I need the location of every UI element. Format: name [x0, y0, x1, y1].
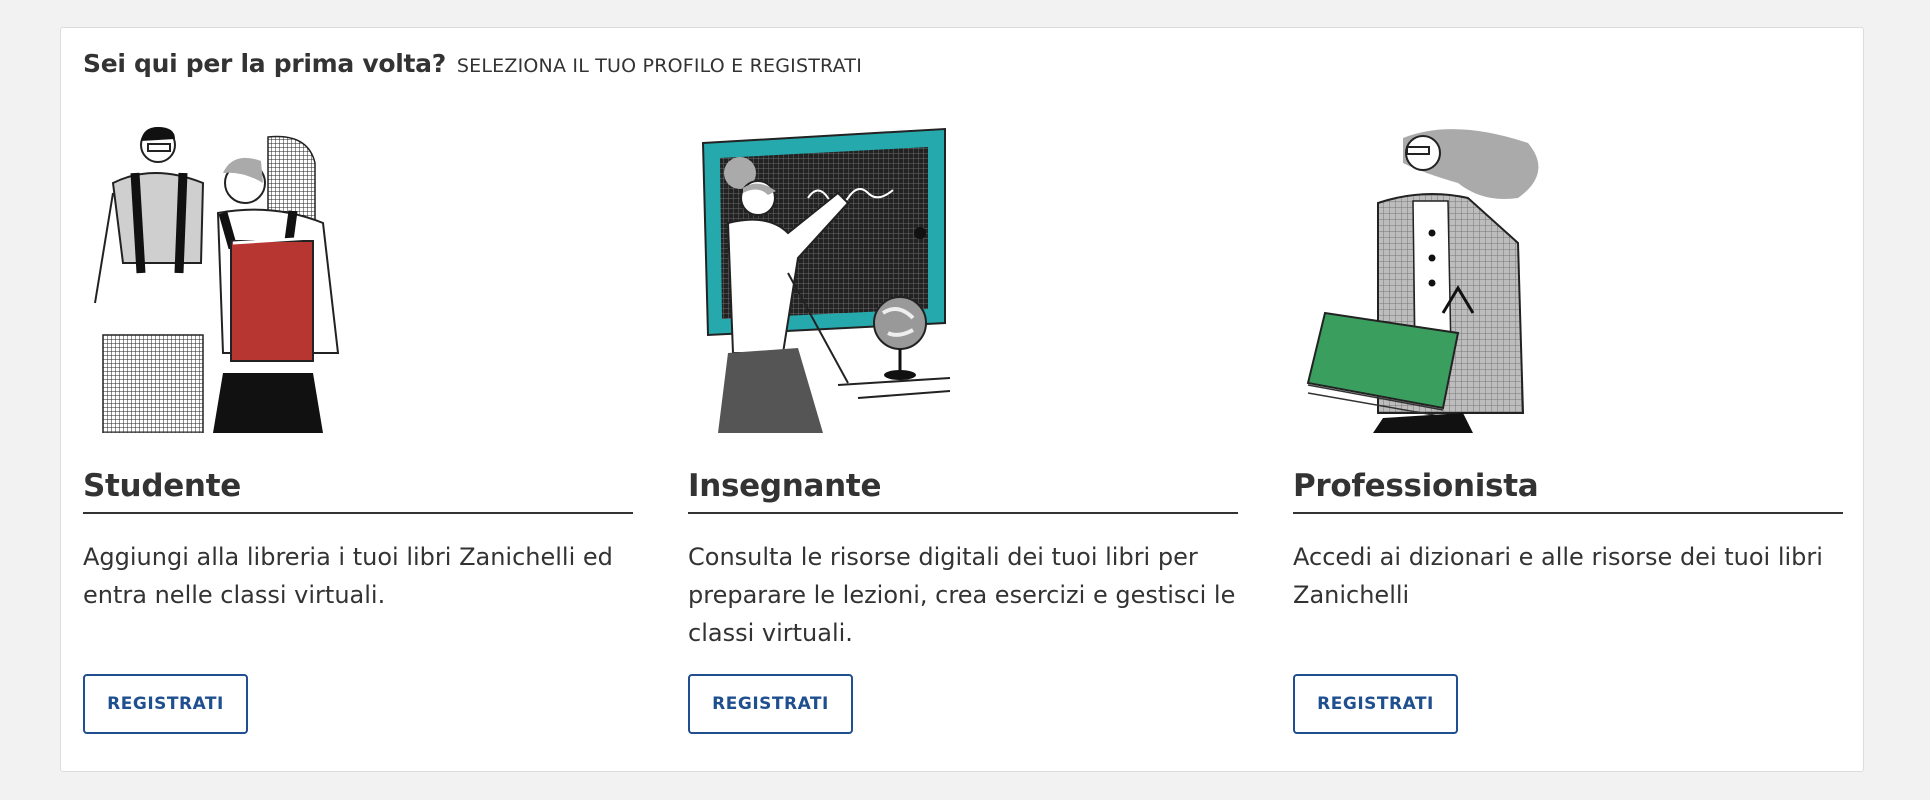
first-visit-card: Sei qui per la prima volta? SELEZIONA IL… — [60, 27, 1864, 772]
profile-description: Aggiungi alla libreria i tuoi libri Zani… — [83, 543, 613, 609]
teacher-illustration — [688, 123, 988, 433]
register-button-studente[interactable]: REGISTRATI — [83, 674, 248, 734]
profile-description: Consulta le risorse digitali dei tuoi li… — [688, 543, 1236, 647]
profile-column-studente: Studente Aggiungi alla libreria i tuoi l… — [83, 28, 633, 771]
profile-column-insegnante: Insegnante Consulta le risorse digitali … — [688, 28, 1238, 771]
profile-title: Insegnante — [688, 468, 1238, 514]
profile-description: Accedi ai dizionari e alle risorse dei t… — [1293, 543, 1823, 609]
register-button-professionista[interactable]: REGISTRATI — [1293, 674, 1458, 734]
profile-title: Studente — [83, 468, 633, 514]
professional-illustration — [1293, 123, 1593, 433]
profile-title: Professionista — [1293, 468, 1843, 514]
register-button-insegnante[interactable]: REGISTRATI — [688, 674, 853, 734]
student-illustration — [83, 123, 383, 433]
profile-column-professionista: Professionista Accedi ai dizionari e all… — [1293, 28, 1843, 771]
